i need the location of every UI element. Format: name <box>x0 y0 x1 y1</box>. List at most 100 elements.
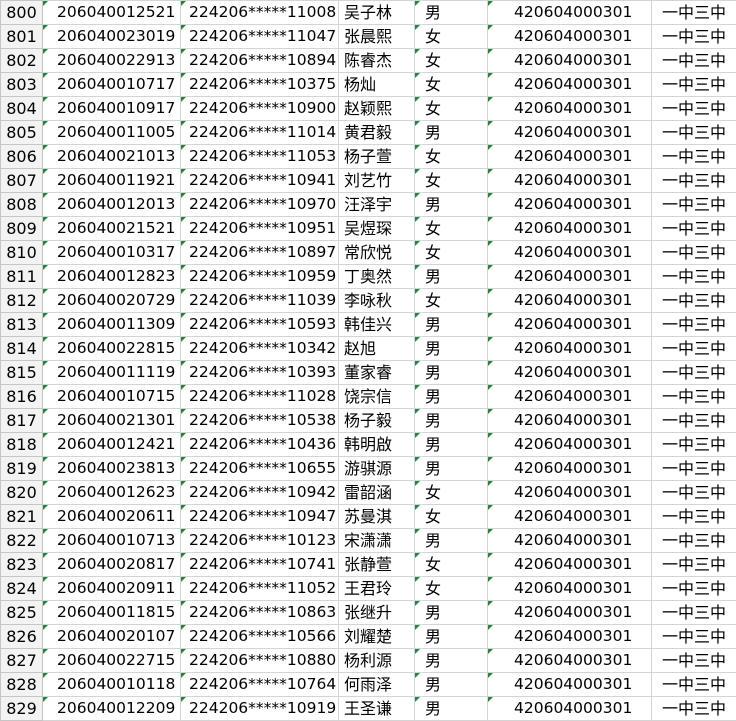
gender-cell[interactable]: 男 <box>414 432 488 457</box>
school-code-cell[interactable]: 420604000301 <box>487 48 652 73</box>
row-header[interactable]: 800 <box>0 0 43 25</box>
school-name-cell[interactable]: 一中三中 <box>651 216 736 241</box>
gender-cell[interactable]: 女 <box>414 144 488 169</box>
gender-cell[interactable]: 女 <box>414 216 488 241</box>
name-cell[interactable]: 刘艺竹 <box>338 168 415 193</box>
id-number-cell[interactable]: 224206*****11052 <box>180 576 339 601</box>
school-name-cell[interactable]: 一中三中 <box>651 528 736 553</box>
row-header[interactable]: 823 <box>0 552 43 577</box>
school-code-cell[interactable]: 420604000301 <box>487 120 652 145</box>
school-code-cell[interactable]: 420604000301 <box>487 672 652 697</box>
row-header[interactable]: 810 <box>0 240 43 265</box>
row-header[interactable]: 806 <box>0 144 43 169</box>
school-name-cell[interactable]: 一中三中 <box>651 672 736 697</box>
school-name-cell[interactable]: 一中三中 <box>651 384 736 409</box>
school-name-cell[interactable]: 一中三中 <box>651 552 736 577</box>
row-header[interactable]: 807 <box>0 168 43 193</box>
row-header[interactable]: 805 <box>0 120 43 145</box>
name-cell[interactable]: 赵颖熙 <box>338 96 415 121</box>
gender-cell[interactable]: 女 <box>414 288 488 313</box>
school-code-cell[interactable]: 420604000301 <box>487 504 652 529</box>
row-header[interactable]: 818 <box>0 432 43 457</box>
school-code-cell[interactable]: 420604000301 <box>487 96 652 121</box>
id-number-cell[interactable]: 224206*****10393 <box>180 360 339 385</box>
name-cell[interactable]: 丁奥然 <box>338 264 415 289</box>
school-name-cell[interactable]: 一中三中 <box>651 240 736 265</box>
student-id-cell[interactable]: 206040011309 <box>42 312 181 337</box>
student-id-cell[interactable]: 206040020817 <box>42 552 181 577</box>
student-id-cell[interactable]: 206040010715 <box>42 384 181 409</box>
name-cell[interactable]: 吴煜琛 <box>338 216 415 241</box>
student-id-cell[interactable]: 206040010713 <box>42 528 181 553</box>
school-code-cell[interactable]: 420604000301 <box>487 432 652 457</box>
id-number-cell[interactable]: 224206*****10947 <box>180 504 339 529</box>
student-id-cell[interactable]: 206040022815 <box>42 336 181 361</box>
row-header[interactable]: 826 <box>0 624 43 649</box>
id-number-cell[interactable]: 224206*****10566 <box>180 624 339 649</box>
id-number-cell[interactable]: 224206*****10959 <box>180 264 339 289</box>
student-id-cell[interactable]: 206040022715 <box>42 648 181 673</box>
school-name-cell[interactable]: 一中三中 <box>651 288 736 313</box>
name-cell[interactable]: 雷韶涵 <box>338 480 415 505</box>
id-number-cell[interactable]: 224206*****11047 <box>180 24 339 49</box>
student-id-cell[interactable]: 206040022913 <box>42 48 181 73</box>
student-id-cell[interactable]: 206040012623 <box>42 480 181 505</box>
row-header[interactable]: 813 <box>0 312 43 337</box>
school-code-cell[interactable]: 420604000301 <box>487 552 652 577</box>
school-name-cell[interactable]: 一中三中 <box>651 312 736 337</box>
gender-cell[interactable]: 女 <box>414 168 488 193</box>
row-header[interactable]: 803 <box>0 72 43 97</box>
student-id-cell[interactable]: 206040020729 <box>42 288 181 313</box>
id-number-cell[interactable]: 224206*****11014 <box>180 120 339 145</box>
name-cell[interactable]: 韩明啟 <box>338 432 415 457</box>
name-cell[interactable]: 杨利源 <box>338 648 415 673</box>
name-cell[interactable]: 刘耀楚 <box>338 624 415 649</box>
gender-cell[interactable]: 男 <box>414 264 488 289</box>
row-header[interactable]: 822 <box>0 528 43 553</box>
school-code-cell[interactable]: 420604000301 <box>487 240 652 265</box>
school-name-cell[interactable]: 一中三中 <box>651 144 736 169</box>
name-cell[interactable]: 张继升 <box>338 600 415 625</box>
id-number-cell[interactable]: 224206*****10436 <box>180 432 339 457</box>
name-cell[interactable]: 吴子林 <box>338 0 415 25</box>
id-number-cell[interactable]: 224206*****11008 <box>180 0 339 25</box>
gender-cell[interactable]: 女 <box>414 72 488 97</box>
id-number-cell[interactable]: 224206*****10593 <box>180 312 339 337</box>
name-cell[interactable]: 张晨熙 <box>338 24 415 49</box>
student-id-cell[interactable]: 206040023813 <box>42 456 181 481</box>
id-number-cell[interactable]: 224206*****10655 <box>180 456 339 481</box>
id-number-cell[interactable]: 224206*****10942 <box>180 480 339 505</box>
school-code-cell[interactable]: 420604000301 <box>487 600 652 625</box>
school-code-cell[interactable]: 420604000301 <box>487 144 652 169</box>
student-id-cell[interactable]: 206040011005 <box>42 120 181 145</box>
name-cell[interactable]: 李咏秋 <box>338 288 415 313</box>
student-id-cell[interactable]: 206040021521 <box>42 216 181 241</box>
name-cell[interactable]: 陈睿杰 <box>338 48 415 73</box>
student-id-cell[interactable]: 206040021013 <box>42 144 181 169</box>
school-name-cell[interactable]: 一中三中 <box>651 120 736 145</box>
gender-cell[interactable]: 女 <box>414 24 488 49</box>
id-number-cell[interactable]: 224206*****10123 <box>180 528 339 553</box>
student-id-cell[interactable]: 206040012823 <box>42 264 181 289</box>
school-code-cell[interactable]: 420604000301 <box>487 576 652 601</box>
name-cell[interactable]: 王圣谦 <box>338 696 415 721</box>
school-name-cell[interactable]: 一中三中 <box>651 0 736 25</box>
gender-cell[interactable]: 男 <box>414 336 488 361</box>
id-number-cell[interactable]: 224206*****10741 <box>180 552 339 577</box>
gender-cell[interactable]: 男 <box>414 384 488 409</box>
student-id-cell[interactable]: 206040012521 <box>42 0 181 25</box>
name-cell[interactable]: 黄君毅 <box>338 120 415 145</box>
school-name-cell[interactable]: 一中三中 <box>651 624 736 649</box>
name-cell[interactable]: 王君玲 <box>338 576 415 601</box>
school-name-cell[interactable]: 一中三中 <box>651 72 736 97</box>
name-cell[interactable]: 赵旭 <box>338 336 415 361</box>
name-cell[interactable]: 游骐源 <box>338 456 415 481</box>
school-name-cell[interactable]: 一中三中 <box>651 24 736 49</box>
student-id-cell[interactable]: 206040010717 <box>42 72 181 97</box>
gender-cell[interactable]: 女 <box>414 48 488 73</box>
name-cell[interactable]: 常欣悦 <box>338 240 415 265</box>
school-code-cell[interactable]: 420604000301 <box>487 264 652 289</box>
row-header[interactable]: 809 <box>0 216 43 241</box>
school-code-cell[interactable]: 420604000301 <box>487 480 652 505</box>
name-cell[interactable]: 董家睿 <box>338 360 415 385</box>
